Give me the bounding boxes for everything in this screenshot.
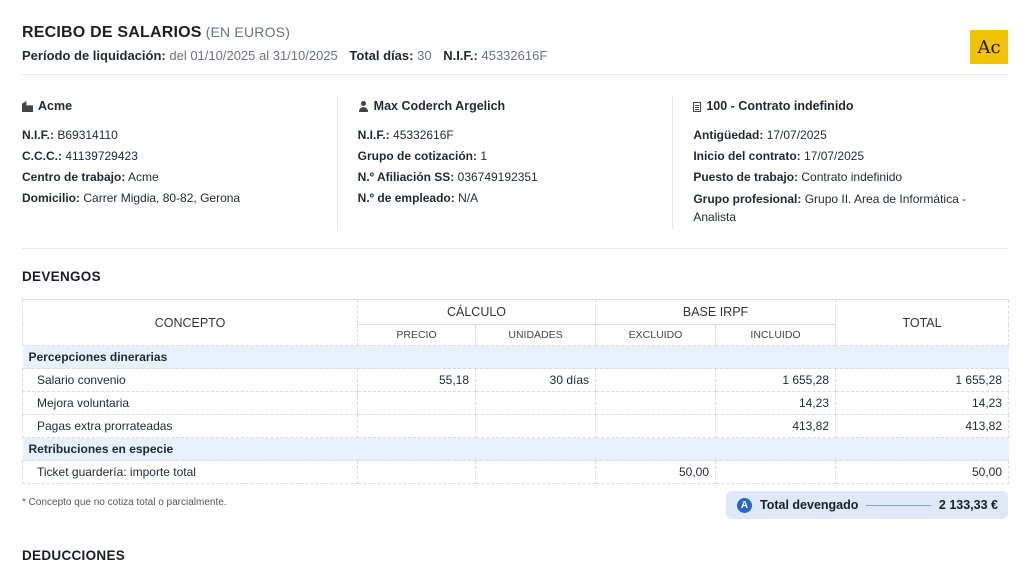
col-base-irpf: BASE IRPF xyxy=(595,299,837,325)
contract-group-label: Grupo profesional: xyxy=(693,192,802,206)
cell-concepto: Pagas extra prorrateadas xyxy=(22,414,358,438)
total-value: 2 133,33 € xyxy=(938,498,998,512)
col-total: TOTAL xyxy=(835,299,1010,346)
cell-precio xyxy=(357,414,476,438)
section-divider xyxy=(22,248,1008,249)
total-leader-line xyxy=(866,504,931,506)
cell-incluido: 1 655,28 xyxy=(715,368,837,392)
contract-column: 100 - Contrato indefinido Antigüedad: 17… xyxy=(672,96,1008,230)
employee-group-value: 1 xyxy=(480,149,488,163)
company-nif-value: B69314110 xyxy=(57,128,118,142)
table-row: Mejora voluntaria 14,23 14,23 xyxy=(22,391,1010,415)
cell-incluido: 413,82 xyxy=(715,414,837,438)
document-icon xyxy=(693,101,702,112)
devengos-table: CONCEPTO CÁLCULO BASE IRPF TOTAL PRECIO … xyxy=(22,299,1010,484)
company-nif-label: N.I.F.: xyxy=(22,128,54,142)
days-label: Total días: xyxy=(349,48,414,63)
devengos-title: DEVENGOS xyxy=(22,269,101,284)
employee-name: Max Coderch Argelich xyxy=(373,99,506,113)
period-value: del 01/10/2025 al 31/10/2025 xyxy=(169,48,338,63)
cell-total: 1 655,28 xyxy=(835,368,1010,392)
cell-incluido: 14,23 xyxy=(715,391,837,415)
group-label: Retribuciones en especie xyxy=(22,437,1009,461)
table-row: Salario convenio 55,18 30 días 1 655,28 … xyxy=(22,368,1010,392)
cell-concepto: Mejora voluntaria xyxy=(22,391,358,415)
group-row: Retribuciones en especie xyxy=(22,437,1009,461)
cell-excluido: 50,00 xyxy=(595,460,717,484)
group-row: Percepciones dinerarias xyxy=(22,345,1009,369)
col-calculo: CÁLCULO xyxy=(356,299,597,325)
contract-seniority-value: 17/07/2025 xyxy=(766,128,827,142)
payslip-page: RECIBO DE SALARIOS (EN EUROS) Período de … xyxy=(0,0,1034,563)
employee-ss-label: N.º Afiliación SS: xyxy=(357,170,455,184)
employee-group-label: Grupo de cotización: xyxy=(357,149,478,163)
footnote: * Concepto que no cotiza total o parcial… xyxy=(22,497,227,508)
col-excluido: EXCLUIDO xyxy=(595,324,717,346)
deducciones-title: DEDUCCIONES xyxy=(22,548,126,563)
employee-column: Max Coderch Argelich N.I.F.: 45332616F G… xyxy=(336,96,673,230)
cell-concepto: Salario convenio xyxy=(22,368,358,392)
nif-label: N.I.F.: xyxy=(443,48,478,63)
cell-total: 413,82 xyxy=(835,414,1010,438)
cell-unidades: 30 días xyxy=(474,368,597,392)
employee-number-value: N/A xyxy=(458,191,479,205)
company-workplace-value: Acme xyxy=(128,170,159,184)
company-address-value: Carrer Migdia, 80-82, Gerona xyxy=(83,191,241,205)
contract-position-label: Puesto de trabajo: xyxy=(693,170,799,184)
cell-excluido xyxy=(595,368,717,392)
company-ccc-label: C.C.C.: xyxy=(22,149,62,163)
company-address-label: Domicilio: xyxy=(22,191,81,205)
cell-unidades xyxy=(474,391,597,415)
contract-start-value: 17/07/2025 xyxy=(804,149,865,163)
employee-ss-value: 036749192351 xyxy=(457,170,538,184)
nif-value: 45332616F xyxy=(481,48,548,63)
col-unidades: UNIDADES xyxy=(474,324,597,346)
company-ccc-value: 41139729423 xyxy=(65,149,138,163)
table-row: Ticket guardería: importe total 50,00 50… xyxy=(22,460,1010,484)
contract-position-value: Contrato indefinido xyxy=(801,170,903,184)
col-precio: PRECIO xyxy=(357,324,476,346)
contract-name: 100 - Contrato indefinido xyxy=(706,99,854,113)
title-subtitle: (EN EUROS) xyxy=(205,24,291,40)
group-label: Percepciones dinerarias xyxy=(22,345,1009,369)
cell-total: 50,00 xyxy=(835,460,1010,484)
total-badge-icon: A xyxy=(737,497,752,513)
cell-excluido xyxy=(595,414,717,438)
cell-unidades xyxy=(474,460,597,484)
employee-nif-value: 45332616F xyxy=(393,128,454,142)
cell-unidades xyxy=(474,414,597,438)
period-label: Período de liquidación: xyxy=(22,48,166,63)
page-title: RECIBO DE SALARIOS (EN EUROS) xyxy=(22,24,291,41)
days-value: 30 xyxy=(417,48,432,63)
contract-start-label: Inicio del contrato: xyxy=(693,149,801,163)
total-devengado-box: A Total devengado 2 133,33 € xyxy=(726,491,1008,519)
cell-precio xyxy=(357,391,476,415)
user-icon xyxy=(358,101,369,112)
payslip-header: RECIBO DE SALARIOS (EN EUROS) Período de … xyxy=(22,24,1008,75)
cell-total: 14,23 xyxy=(835,391,1010,415)
cell-concepto: Ticket guardería: importe total xyxy=(22,460,358,484)
cell-precio xyxy=(357,460,476,484)
company-name: Acme xyxy=(38,99,73,113)
col-concepto: CONCEPTO xyxy=(22,299,358,346)
employee-number-label: N.º de empleado: xyxy=(357,191,455,205)
period-line: Período de liquidación: del 01/10/2025 a… xyxy=(22,48,1008,63)
total-label: Total devengado xyxy=(760,498,859,512)
employee-nif-label: N.I.F.: xyxy=(357,128,390,142)
building-icon xyxy=(22,101,33,112)
table-row: Pagas extra prorrateadas 413,82 413,82 xyxy=(22,414,1010,438)
cell-excluido xyxy=(595,391,717,415)
company-column: Acme N.I.F.: B69314110 C.C.C.: 411397294… xyxy=(22,96,337,230)
cell-precio: 55,18 xyxy=(357,368,476,392)
info-section: Acme N.I.F.: B69314110 C.C.C.: 411397294… xyxy=(22,96,1008,230)
cell-incluido xyxy=(715,460,837,484)
company-workplace-label: Centro de trabajo: xyxy=(22,170,126,184)
contract-seniority-label: Antigüedad: xyxy=(693,128,764,142)
company-logo: Ac xyxy=(970,30,1008,64)
col-incluido: INCLUIDO xyxy=(715,324,837,346)
